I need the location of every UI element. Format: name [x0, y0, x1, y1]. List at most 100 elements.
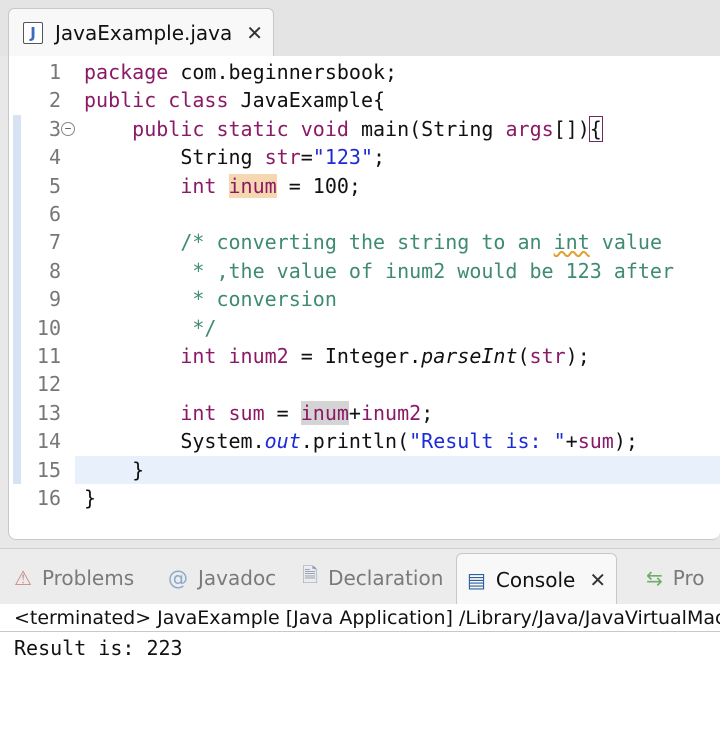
- code-text: * ,the value of inum2 would be 123 after: [84, 257, 674, 285]
- code-token: );: [613, 429, 638, 454]
- code-token: System.: [84, 429, 265, 454]
- code-token: ;: [373, 145, 386, 170]
- code-token: sum: [228, 400, 265, 425]
- close-icon[interactable]: ✕: [246, 21, 263, 45]
- console-icon: ▤: [467, 567, 486, 592]
- code-token: inum: [228, 173, 277, 198]
- code-text: int inum = 100;: [84, 172, 361, 200]
- code-token: JavaExample{: [228, 88, 386, 113]
- tab-progress[interactable]: ⇆ Pro: [646, 561, 705, 595]
- code-token: []): [553, 116, 590, 141]
- code-token: package: [84, 60, 169, 84]
- code-line[interactable]: 7 /* converting the string to an int val…: [9, 228, 720, 256]
- code-line[interactable]: 4 String str="123";: [9, 143, 720, 171]
- code-token: void: [300, 116, 349, 141]
- code-text: */: [84, 314, 216, 342]
- panel-tab-bar: ⚠ Problems @ Javadoc 🗎 Declaration ▤ Console ✕ ⇆ P…: [0, 548, 720, 605]
- code-token: int: [180, 344, 217, 368]
- code-token: );: [565, 344, 590, 368]
- code-token: inum2: [228, 344, 289, 368]
- problems-icon: ⚠: [14, 566, 32, 590]
- code-line[interactable]: 5 int inum = 100;: [9, 172, 720, 200]
- code-text: int sum = inum+inum2;: [84, 399, 433, 427]
- code-text: System.out.println("Result is: "+sum);: [84, 427, 638, 455]
- tab-label: Console: [495, 567, 576, 592]
- line-number: 8: [48, 258, 61, 283]
- tab-declaration[interactable]: 🗎 Declaration: [302, 561, 443, 595]
- code-text: /* converting the string to an int value: [84, 228, 662, 256]
- code-text: * conversion: [84, 285, 337, 313]
- fold-toggle-icon[interactable]: −: [61, 121, 75, 136]
- code-line[interactable]: 11 int inum2 = Integer.parseInt(str);: [9, 342, 720, 370]
- code-token: "Result is: ": [409, 429, 566, 454]
- code-token: args: [505, 116, 554, 141]
- console-view[interactable]: Result is: 223: [0, 632, 720, 741]
- code-token: +: [348, 400, 361, 425]
- code-line[interactable]: 10 */: [9, 314, 720, 342]
- code-token: main(String: [348, 116, 506, 141]
- declaration-icon: 🗎: [302, 563, 319, 587]
- editor-tab-bar: J JavaExample.java ✕: [0, 0, 720, 56]
- code-token: int: [180, 173, 217, 198]
- tab-label: Javadoc: [198, 566, 277, 590]
- code-line[interactable]: 8 * ,the value of inum2 would be 123 aft…: [9, 257, 720, 285]
- code-token: = 100;: [276, 173, 361, 198]
- tab-console[interactable]: ▤ Console ✕: [456, 553, 618, 605]
- code-line[interactable]: 6: [9, 200, 720, 228]
- code-line[interactable]: 12: [9, 370, 720, 398]
- code-token: = Integer.: [288, 344, 422, 368]
- line-number: 1: [48, 60, 61, 84]
- code-line[interactable]: 16}: [9, 484, 720, 512]
- code-token: int: [180, 400, 217, 425]
- code-token: +: [565, 429, 578, 454]
- line-number: 7: [48, 230, 61, 255]
- code-text: package com.beginnersbook;: [84, 58, 397, 86]
- code-token: (: [517, 344, 530, 368]
- close-icon[interactable]: ✕: [589, 568, 606, 592]
- code-text: }: [84, 484, 96, 512]
- code-line[interactable]: 15 }: [37, 455, 720, 484]
- code-token: .println(: [300, 429, 410, 454]
- code-line[interactable]: 2 public class JavaExample{: [9, 86, 720, 114]
- code-token: =: [300, 145, 313, 170]
- code-token: inum: [300, 400, 349, 425]
- code-token: =: [264, 400, 301, 425]
- code-token: sum: [577, 429, 614, 454]
- code-line[interactable]: 1 package com.beginnersbook;: [9, 58, 720, 86]
- line-number: 9: [48, 287, 61, 312]
- line-number: 10: [36, 315, 61, 340]
- code-text: String str="123";: [84, 143, 385, 171]
- line-number: 11: [36, 344, 61, 368]
- console-output: Result is: 223: [14, 636, 183, 660]
- tab-label: Problems: [41, 566, 135, 590]
- bottom-panel: ⚠ Problems @ Javadoc 🗎 Declaration ▤ Console ✕ ⇆ P…: [0, 548, 720, 741]
- line-number: 5: [48, 173, 61, 198]
- code-line[interactable]: 9 * conversion: [9, 285, 720, 313]
- code-line[interactable]: 13 int sum = inum+inum2;: [9, 399, 720, 427]
- code-token: static: [216, 116, 289, 141]
- code-line[interactable]: 3− public static void main(String args[]…: [9, 115, 720, 143]
- code-editor[interactable]: 1 package com.beginnersbook; 2 public class…: [8, 56, 720, 540]
- progress-icon: ⇆: [646, 566, 663, 590]
- code-token: }: [84, 457, 145, 482]
- editor-tab-javaexample[interactable]: J JavaExample.java ✕: [8, 8, 274, 56]
- code-text: int inum2 = Integer.parseInt(str);: [84, 342, 590, 370]
- code-token: parseInt: [421, 344, 518, 368]
- code-line[interactable]: 14 System.out.println("Result is: "+sum)…: [9, 427, 720, 455]
- javadoc-icon: @: [168, 566, 188, 590]
- tab-javadoc[interactable]: @ Javadoc: [168, 561, 276, 595]
- code-token: public: [84, 88, 157, 113]
- line-number: 16: [36, 486, 61, 510]
- line-number: 3: [48, 116, 61, 141]
- tab-problems[interactable]: ⚠ Problems: [14, 561, 134, 595]
- code-token: str: [529, 344, 566, 368]
- code-token: * ,the value of inum2 would be 123 after: [84, 258, 675, 283]
- code-token: {: [588, 115, 603, 142]
- code-token: class: [168, 88, 229, 113]
